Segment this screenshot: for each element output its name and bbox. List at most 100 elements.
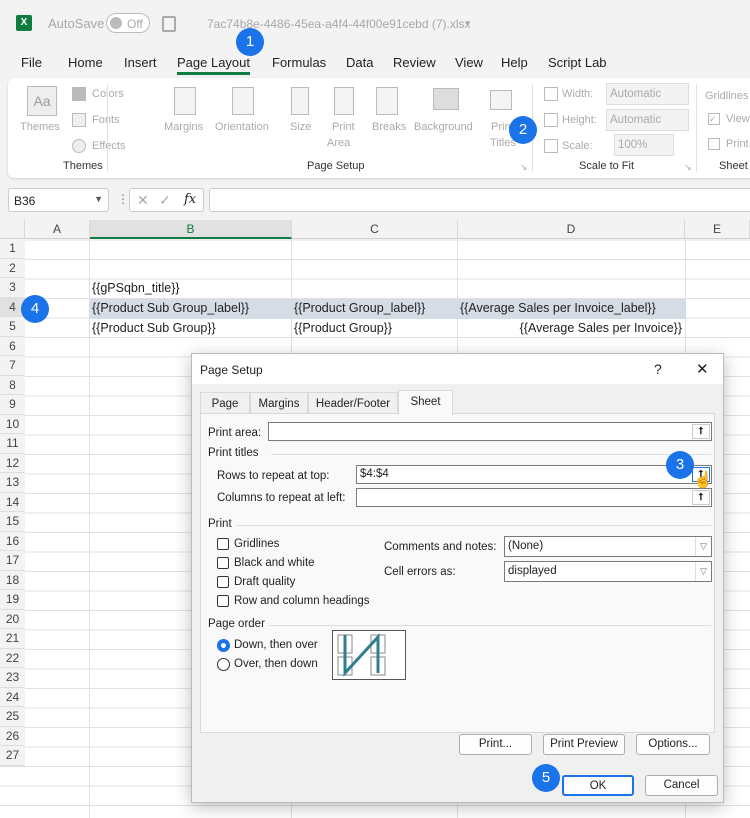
print-area-button-2[interactable]: Area <box>327 137 350 149</box>
cell-b5[interactable]: {{Product Sub Group}} <box>89 319 219 338</box>
row-header[interactable]: 24 <box>0 687 25 707</box>
row-header[interactable]: 14 <box>0 492 25 512</box>
comments-select[interactable]: (None) ▽ <box>504 536 712 557</box>
tab-margins[interactable]: Margins <box>250 392 308 414</box>
print-gridlines-checkbox[interactable] <box>708 138 720 150</box>
height-select[interactable]: Automatic <box>606 109 689 131</box>
cell-errors-select[interactable]: displayed ▽ <box>504 561 712 582</box>
close-button[interactable]: ✕ <box>696 360 709 378</box>
tab-data[interactable]: Data <box>346 55 373 70</box>
row-header[interactable]: 20 <box>0 609 25 629</box>
column-header-b[interactable]: B <box>90 220 292 239</box>
effects-button[interactable]: Effects <box>92 140 125 152</box>
row-header[interactable]: 9 <box>0 395 25 415</box>
row-header[interactable]: 11 <box>0 434 25 454</box>
page-setup-launcher-icon[interactable]: ↘ <box>520 162 528 173</box>
row-header[interactable]: 26 <box>0 726 25 746</box>
breaks-button[interactable]: Breaks <box>372 121 406 133</box>
themes-icon[interactable]: Aa <box>27 86 57 116</box>
row-header[interactable]: 5 <box>0 317 25 337</box>
cancel-icon[interactable]: ✕ <box>137 192 149 209</box>
column-header-a[interactable]: A <box>25 220 90 239</box>
tab-home[interactable]: Home <box>68 55 103 70</box>
ok-button[interactable]: OK <box>562 775 634 796</box>
orientation-button[interactable]: Orientation <box>215 121 269 133</box>
row-header[interactable]: 23 <box>0 668 25 688</box>
row-header[interactable]: 10 <box>0 414 25 434</box>
row-header[interactable]: 16 <box>0 531 25 551</box>
row-header[interactable]: 1 <box>0 239 25 259</box>
row-header[interactable]: 7 <box>0 356 25 376</box>
cols-repeat-input[interactable]: ⭡ <box>356 488 712 507</box>
tab-header-footer[interactable]: Header/Footer <box>308 392 398 414</box>
chevron-down-icon[interactable]: ▼ <box>464 19 472 28</box>
tab-sheet[interactable]: Sheet <box>398 390 453 415</box>
row-header[interactable]: 8 <box>0 375 25 395</box>
column-header-d[interactable]: D <box>458 220 685 239</box>
print-area-input[interactable]: ⭡ <box>268 422 712 441</box>
row-header[interactable]: 3 <box>0 278 25 298</box>
autosave-toggle[interactable]: Off <box>106 13 150 33</box>
tab-review[interactable]: Review <box>393 55 436 70</box>
gridlines-label: Gridlines <box>234 538 280 550</box>
fonts-button[interactable]: Fonts <box>92 114 120 126</box>
size-button[interactable]: Size <box>290 121 311 133</box>
tab-formulas[interactable]: Formulas <box>272 55 326 70</box>
width-select[interactable]: Automatic <box>606 83 689 105</box>
cell-d4[interactable]: {{Average Sales per Invoice_label}} <box>457 299 659 318</box>
cell-c4[interactable]: {{Product Group_label}} <box>291 299 428 318</box>
insert-function-icon[interactable]: fx <box>184 192 196 207</box>
row-header[interactable]: 17 <box>0 551 25 571</box>
rows-repeat-input[interactable]: $4:$4 ⭡ <box>356 465 712 484</box>
row-header[interactable]: 25 <box>0 707 25 727</box>
tab-help[interactable]: Help <box>501 55 528 70</box>
over-then-down-radio[interactable] <box>217 658 230 671</box>
tab-script-lab[interactable]: Script Lab <box>548 55 607 70</box>
name-box[interactable]: B36 ▼ <box>8 188 109 212</box>
check-icon[interactable]: ✓ <box>159 192 171 209</box>
print-preview-button[interactable]: Print Preview <box>543 734 625 755</box>
cell-d5[interactable]: {{Average Sales per Invoice}} <box>458 319 685 338</box>
scale-spinner[interactable]: 100% <box>614 134 674 156</box>
margins-button[interactable]: Margins <box>164 121 203 133</box>
themes-button[interactable]: Themes <box>20 121 60 133</box>
column-header-e[interactable]: E <box>685 220 750 239</box>
row-header[interactable]: 12 <box>0 453 25 473</box>
view-gridlines-checkbox[interactable]: ✓ <box>708 113 720 125</box>
row-col-headings-checkbox[interactable] <box>217 595 229 607</box>
row-header[interactable]: 13 <box>0 473 25 493</box>
cell-b3[interactable]: {{gPSqbn_title}} <box>89 279 183 298</box>
tab-file[interactable]: File <box>21 55 42 70</box>
select-all-corner[interactable] <box>0 220 25 239</box>
tab-page-layout[interactable]: Page Layout <box>177 55 251 75</box>
collapse-dialog-icon[interactable]: ⭡ <box>692 490 710 505</box>
cell-b4[interactable]: {{Product Sub Group_label}} <box>89 299 252 318</box>
column-header-c[interactable]: C <box>292 220 458 239</box>
row-header[interactable]: 18 <box>0 570 25 590</box>
cell-c5[interactable]: {{Product Group}} <box>291 319 395 338</box>
row-header[interactable]: 19 <box>0 590 25 610</box>
save-icon[interactable] <box>162 16 176 32</box>
tab-insert[interactable]: Insert <box>124 55 157 70</box>
gridlines-checkbox[interactable] <box>217 538 229 550</box>
print-area-button-1[interactable]: Print <box>332 121 355 133</box>
print-button[interactable]: Print... <box>459 734 532 755</box>
options-button[interactable]: Options... <box>636 734 710 755</box>
draft-quality-checkbox[interactable] <box>217 576 229 588</box>
down-then-over-radio[interactable] <box>217 639 230 652</box>
black-white-checkbox[interactable] <box>217 557 229 569</box>
row-header[interactable]: 15 <box>0 512 25 532</box>
collapse-dialog-icon[interactable]: ⭡ <box>692 424 710 439</box>
row-header[interactable]: 22 <box>0 648 25 668</box>
formula-input[interactable] <box>209 188 750 212</box>
row-header[interactable]: 21 <box>0 629 25 649</box>
tab-page[interactable]: Page <box>200 392 250 414</box>
row-header[interactable]: 6 <box>0 336 25 356</box>
row-header[interactable]: 27 <box>0 746 25 766</box>
cancel-button[interactable]: Cancel <box>645 775 718 796</box>
tab-view[interactable]: View <box>455 55 483 70</box>
row-header[interactable]: 2 <box>0 258 25 278</box>
scale-launcher-icon[interactable]: ↘ <box>684 162 692 173</box>
background-button[interactable]: Background <box>414 121 473 133</box>
help-button[interactable]: ? <box>654 361 662 377</box>
